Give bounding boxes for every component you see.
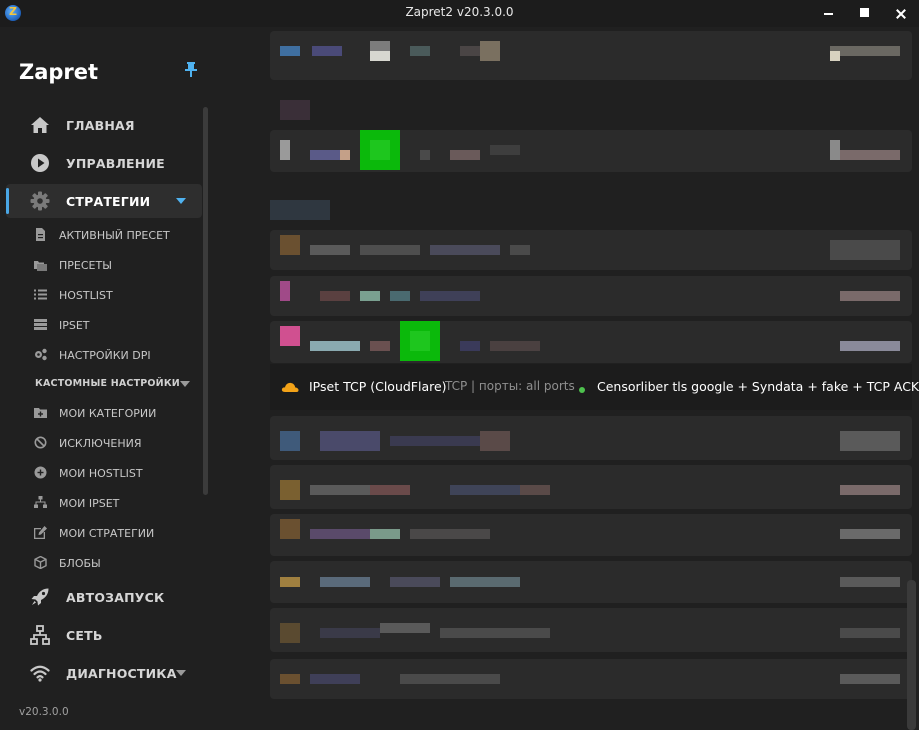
window-title: Zapret2 v20.3.0.0: [405, 5, 514, 19]
sidebar-item-label: ИСКЛЮЧЕНИЯ: [59, 437, 142, 450]
list-icon: [34, 289, 47, 300]
edit-icon: [34, 526, 47, 539]
rocket-icon: [31, 588, 49, 606]
nav-item-control[interactable]: УПРАВЛЕНИЕ: [6, 146, 202, 180]
strategy-value: Censorliber tls google + Syndata + fake …: [597, 379, 919, 394]
strategy-card[interactable]: [270, 130, 912, 172]
strategy-card[interactable]: [270, 321, 912, 363]
sidebar-item-label: МОИ IPSET: [59, 497, 120, 510]
wifi-icon: [30, 665, 50, 682]
cloud-icon: [281, 382, 299, 392]
sidebar-item-label: БЛОБЫ: [59, 557, 101, 570]
sidebar-item-label: МОИ СТРАТЕГИИ: [59, 527, 155, 540]
nav-item-strategies[interactable]: СТРАТЕГИИ: [6, 184, 202, 218]
home-icon: [31, 117, 49, 133]
cogs-icon: [35, 348, 47, 361]
brand-title: Zapret: [19, 60, 99, 84]
file-icon: [36, 228, 45, 241]
sidebar-scrollbar[interactable]: [203, 107, 208, 495]
nav-label: ГЛАВНАЯ: [66, 118, 135, 133]
active-strategy-row[interactable]: IPset TCP (CloudFlare) TCP | порты: all …: [270, 364, 919, 410]
strategy-card[interactable]: [270, 465, 912, 509]
folder-plus-icon: [34, 408, 47, 418]
strategy-card[interactable]: [270, 561, 912, 603]
nav-label: ДИАГНОСТИКА: [66, 666, 177, 681]
sidebar-item-label: HOSTLIST: [59, 289, 113, 302]
pin-icon[interactable]: [184, 62, 198, 78]
strategy-card[interactable]: [270, 230, 912, 270]
chevron-down-icon[interactable]: [176, 670, 186, 676]
sidebar-item-label: IPSET: [59, 319, 90, 332]
content-scrollbar[interactable]: [907, 580, 916, 730]
chevron-down-icon[interactable]: [176, 198, 186, 204]
nav-item-autostart[interactable]: АВТОЗАПУСК: [6, 580, 202, 614]
sitemap-icon: [34, 496, 47, 508]
nav-label: УПРАВЛЕНИЕ: [66, 156, 165, 171]
plus-circle-icon: [34, 466, 47, 479]
nav-label: СЕТЬ: [66, 628, 103, 643]
strategies-list: IPset TCP (CloudFlare) TCP | порты: all …: [212, 27, 919, 730]
nav-item-diagnostics[interactable]: ДИАГНОСТИКА: [6, 656, 202, 690]
sidebar: Zapret ГЛАВНАЯ УПРАВЛЕНИЕ СТРАТЕГИИ АКТИ…: [0, 27, 212, 730]
nav-item-network[interactable]: СЕТЬ: [6, 618, 202, 652]
strategy-card[interactable]: [270, 659, 912, 699]
ban-icon: [34, 436, 47, 449]
list-item: [280, 100, 310, 120]
strategy-card[interactable]: [270, 608, 912, 652]
title-bar: Zapret2 v20.3.0.0: [0, 0, 919, 27]
sidebar-item-label: НАСТРОЙКИ DPI: [59, 349, 151, 362]
status-indicator: [579, 387, 585, 393]
custom-settings-header[interactable]: КАСТОМНЫЕ НАСТРОЙКИ: [35, 378, 180, 389]
network-icon: [30, 625, 50, 645]
nav-label: АВТОЗАПУСК: [66, 590, 165, 605]
strategy-card[interactable]: [270, 276, 912, 316]
strategy-card[interactable]: [270, 416, 912, 460]
app-version: v20.3.0.0: [19, 706, 69, 718]
server-icon: [34, 319, 47, 330]
gear-icon: [30, 191, 50, 211]
sidebar-item-label: МОИ HOSTLIST: [59, 467, 143, 480]
sidebar-item-label: ПРЕСЕТЫ: [59, 259, 112, 272]
strategy-meta: TCP | порты: all ports: [445, 379, 575, 393]
maximize-button[interactable]: [847, 0, 883, 27]
play-icon: [31, 154, 49, 172]
nav-item-home[interactable]: ГЛАВНАЯ: [6, 108, 202, 142]
strategy-card[interactable]: [270, 31, 912, 80]
folders-icon: [34, 261, 47, 271]
strategy-name: IPset TCP (CloudFlare): [309, 379, 447, 394]
minimize-button[interactable]: [811, 0, 847, 27]
cube-icon: [34, 556, 47, 569]
chevron-down-icon[interactable]: [180, 381, 190, 387]
sidebar-item-label: МОИ КАТЕГОРИИ: [59, 407, 157, 420]
list-item: [270, 200, 330, 220]
close-button[interactable]: [883, 0, 919, 27]
strategy-card[interactable]: [270, 514, 912, 556]
sidebar-item-label: АКТИВНЫЙ ПРЕСЕТ: [59, 229, 170, 242]
nav-label: СТРАТЕГИИ: [66, 194, 151, 209]
